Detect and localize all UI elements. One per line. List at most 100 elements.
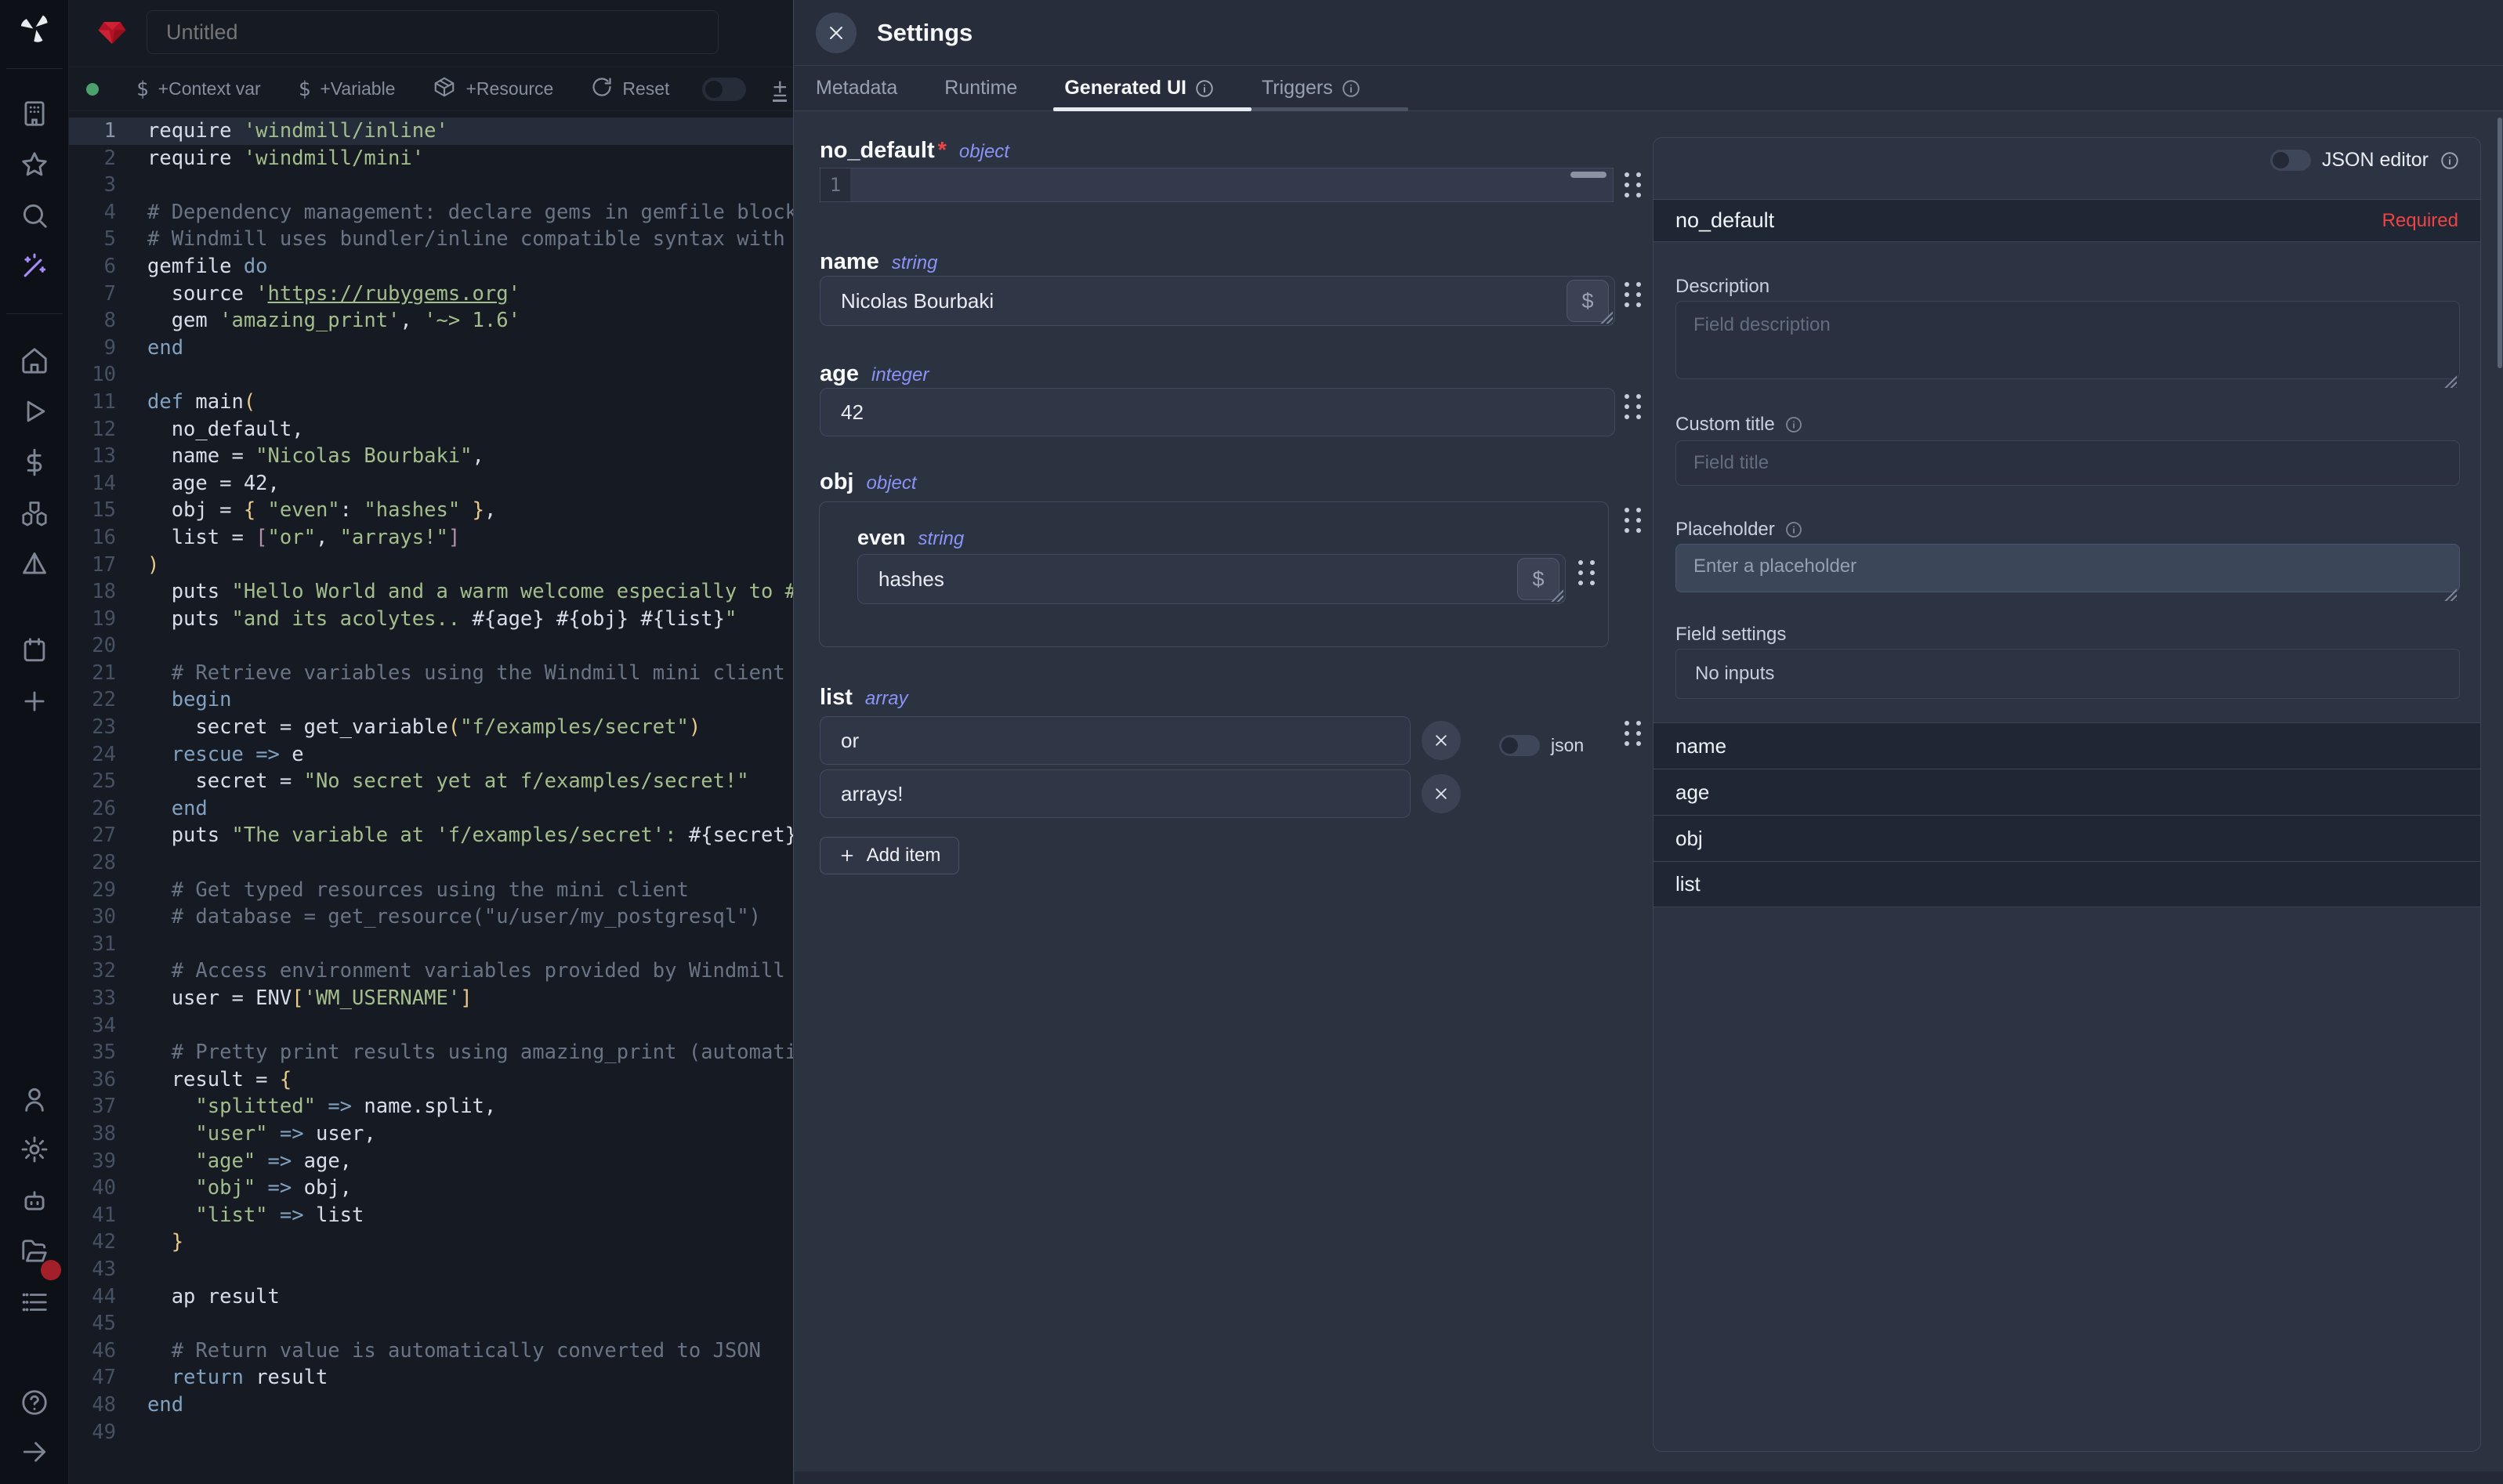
code-line[interactable]: 18 puts "Hello World and a warm welcome … xyxy=(69,578,793,606)
code-line[interactable]: 2require 'windmill/mini' xyxy=(69,145,793,172)
building-icon[interactable] xyxy=(17,96,52,131)
star-icon[interactable] xyxy=(17,147,52,182)
code-line[interactable]: 10 xyxy=(69,361,793,389)
even-input[interactable] xyxy=(857,554,1566,604)
code-line[interactable]: 49 xyxy=(69,1419,793,1446)
close-button[interactable] xyxy=(816,13,857,53)
calendar-icon[interactable] xyxy=(17,633,52,668)
list-item-input[interactable] xyxy=(820,716,1411,765)
help-icon[interactable] xyxy=(17,1385,52,1420)
code-line[interactable]: 8 gem 'amazing_print', '~> 1.6' xyxy=(69,307,793,335)
json-editor-toggle[interactable] xyxy=(2270,150,2311,171)
drag-handle-obj[interactable] xyxy=(1625,508,1641,533)
info-icon[interactable] xyxy=(1784,520,1803,539)
code-line[interactable]: 7 source 'https://rubygems.org' xyxy=(69,281,793,308)
add-variable-button[interactable]: $ +Variable xyxy=(299,78,396,101)
tab-triggers[interactable]: Triggers xyxy=(1262,66,1361,110)
code-line[interactable]: 12 no_default, xyxy=(69,416,793,443)
remove-list-item-button[interactable] xyxy=(1422,721,1461,760)
play-icon[interactable] xyxy=(17,394,52,429)
search-icon[interactable] xyxy=(17,198,52,233)
code-line[interactable]: 9end xyxy=(69,335,793,362)
field-row-list[interactable]: list xyxy=(1654,861,2480,907)
remove-list-item-button[interactable] xyxy=(1422,774,1461,813)
placeholder-textarea[interactable] xyxy=(1675,544,2460,592)
windmill-logo-icon[interactable] xyxy=(17,11,52,45)
code-line[interactable]: 14 age = 42, xyxy=(69,470,793,498)
drag-handle-age[interactable] xyxy=(1625,394,1641,419)
code-line[interactable]: 37 "splitted" => name.split, xyxy=(69,1093,793,1120)
diff-icon[interactable]: ± xyxy=(773,76,787,102)
code-line[interactable]: 22 begin xyxy=(69,686,793,714)
custom-title-input[interactable] xyxy=(1675,440,2460,486)
code-line[interactable]: 17) xyxy=(69,552,793,579)
tab-metadata[interactable]: Metadata xyxy=(816,66,897,110)
info-icon[interactable] xyxy=(1784,415,1803,434)
code-line[interactable]: 42 } xyxy=(69,1229,793,1256)
list-icon[interactable] xyxy=(17,1285,52,1319)
code-line[interactable]: 3 xyxy=(69,172,793,199)
drag-handle-even[interactable] xyxy=(1578,560,1595,585)
magic-wand-icon[interactable] xyxy=(17,249,52,284)
code-line[interactable]: 24 rescue => e xyxy=(69,741,793,769)
code-line[interactable]: 38 "user" => user, xyxy=(69,1120,793,1148)
code-line[interactable]: 21 # Retrieve variables using the Windmi… xyxy=(69,660,793,687)
code-line[interactable]: 48end xyxy=(69,1392,793,1419)
add-resource-button[interactable]: +Resource xyxy=(433,75,553,103)
mini-editor-scrollbar[interactable] xyxy=(1570,172,1606,178)
info-icon[interactable] xyxy=(2440,150,2460,171)
code-line[interactable]: 11def main( xyxy=(69,389,793,416)
code-line[interactable]: 4# Dependency management: declare gems i… xyxy=(69,199,793,226)
code-line[interactable]: 35 # Pretty print results using amazing_… xyxy=(69,1039,793,1066)
selected-field-row[interactable]: no_default Required xyxy=(1654,199,2480,242)
code-line[interactable]: 44 ap result xyxy=(69,1283,793,1311)
add-context-var-button[interactable]: $ +Context var xyxy=(136,78,261,101)
code-line[interactable]: 29 # Get typed resources using the mini … xyxy=(69,877,793,904)
user-icon[interactable] xyxy=(17,1082,52,1117)
dollar-icon[interactable] xyxy=(17,445,52,480)
arrow-right-icon[interactable] xyxy=(17,1435,52,1469)
code-line[interactable]: 39 "age" => age, xyxy=(69,1148,793,1175)
field-row-age[interactable]: age xyxy=(1654,769,2480,815)
name-input[interactable] xyxy=(820,276,1615,326)
drag-handle-no-default[interactable] xyxy=(1625,172,1641,197)
code-line[interactable]: 32 # Access environment variables provid… xyxy=(69,957,793,985)
plus-icon[interactable] xyxy=(17,684,52,718)
code-editor[interactable]: 1require 'windmill/inline'2require 'wind… xyxy=(69,111,793,1484)
script-title-input[interactable] xyxy=(147,10,719,54)
drag-handle-list[interactable] xyxy=(1625,721,1641,746)
tab-runtime[interactable]: Runtime xyxy=(944,66,1017,110)
bot-icon[interactable] xyxy=(17,1183,52,1218)
code-line[interactable]: 41 "list" => list xyxy=(69,1202,793,1229)
reset-button[interactable]: Reset xyxy=(591,76,669,103)
code-line[interactable]: 31 xyxy=(69,931,793,958)
code-line[interactable]: 45 xyxy=(69,1310,793,1337)
code-line[interactable]: 47 return result xyxy=(69,1364,793,1392)
code-line[interactable]: 30 # database = get_resource("u/user/my_… xyxy=(69,903,793,931)
code-line[interactable]: 27 puts "The variable at 'f/examples/sec… xyxy=(69,822,793,849)
field-row-name[interactable]: name xyxy=(1654,722,2480,769)
code-line[interactable]: 1require 'windmill/inline' xyxy=(69,118,793,145)
description-textarea[interactable] xyxy=(1675,301,2460,379)
tab-generated-ui[interactable]: Generated UI xyxy=(1064,66,1215,110)
drag-handle-name[interactable] xyxy=(1625,282,1641,307)
variable-picker-button[interactable]: $ xyxy=(1567,280,1609,322)
code-line[interactable]: 40 "obj" => obj, xyxy=(69,1175,793,1202)
code-line[interactable]: 33 user = ENV['WM_USERNAME'] xyxy=(69,985,793,1012)
code-line[interactable]: 15 obj = { "even": "hashes" }, xyxy=(69,497,793,524)
code-line[interactable]: 28 xyxy=(69,849,793,877)
boxes-icon[interactable] xyxy=(17,496,52,530)
gear-icon[interactable] xyxy=(17,1132,52,1167)
code-line[interactable]: 25 secret = "No secret yet at f/examples… xyxy=(69,768,793,795)
add-item-button[interactable]: Add item xyxy=(820,837,959,874)
code-line[interactable]: 5# Windmill uses bundler/inline compatib… xyxy=(69,226,793,253)
code-line[interactable]: 16 list = ["or", "arrays!"] xyxy=(69,524,793,552)
code-line[interactable]: 46 # Return value is automatically conve… xyxy=(69,1337,793,1365)
no-default-object-editor[interactable]: 1 xyxy=(820,168,1614,202)
code-line[interactable]: 19 puts "and its acolytes.. #{age} #{obj… xyxy=(69,606,793,633)
home-icon[interactable] xyxy=(17,343,52,378)
list-item-input[interactable] xyxy=(820,769,1411,818)
code-line[interactable]: 13 name = "Nicolas Bourbaki", xyxy=(69,443,793,470)
variable-picker-button[interactable]: $ xyxy=(1517,558,1559,600)
code-line[interactable]: 20 xyxy=(69,632,793,660)
